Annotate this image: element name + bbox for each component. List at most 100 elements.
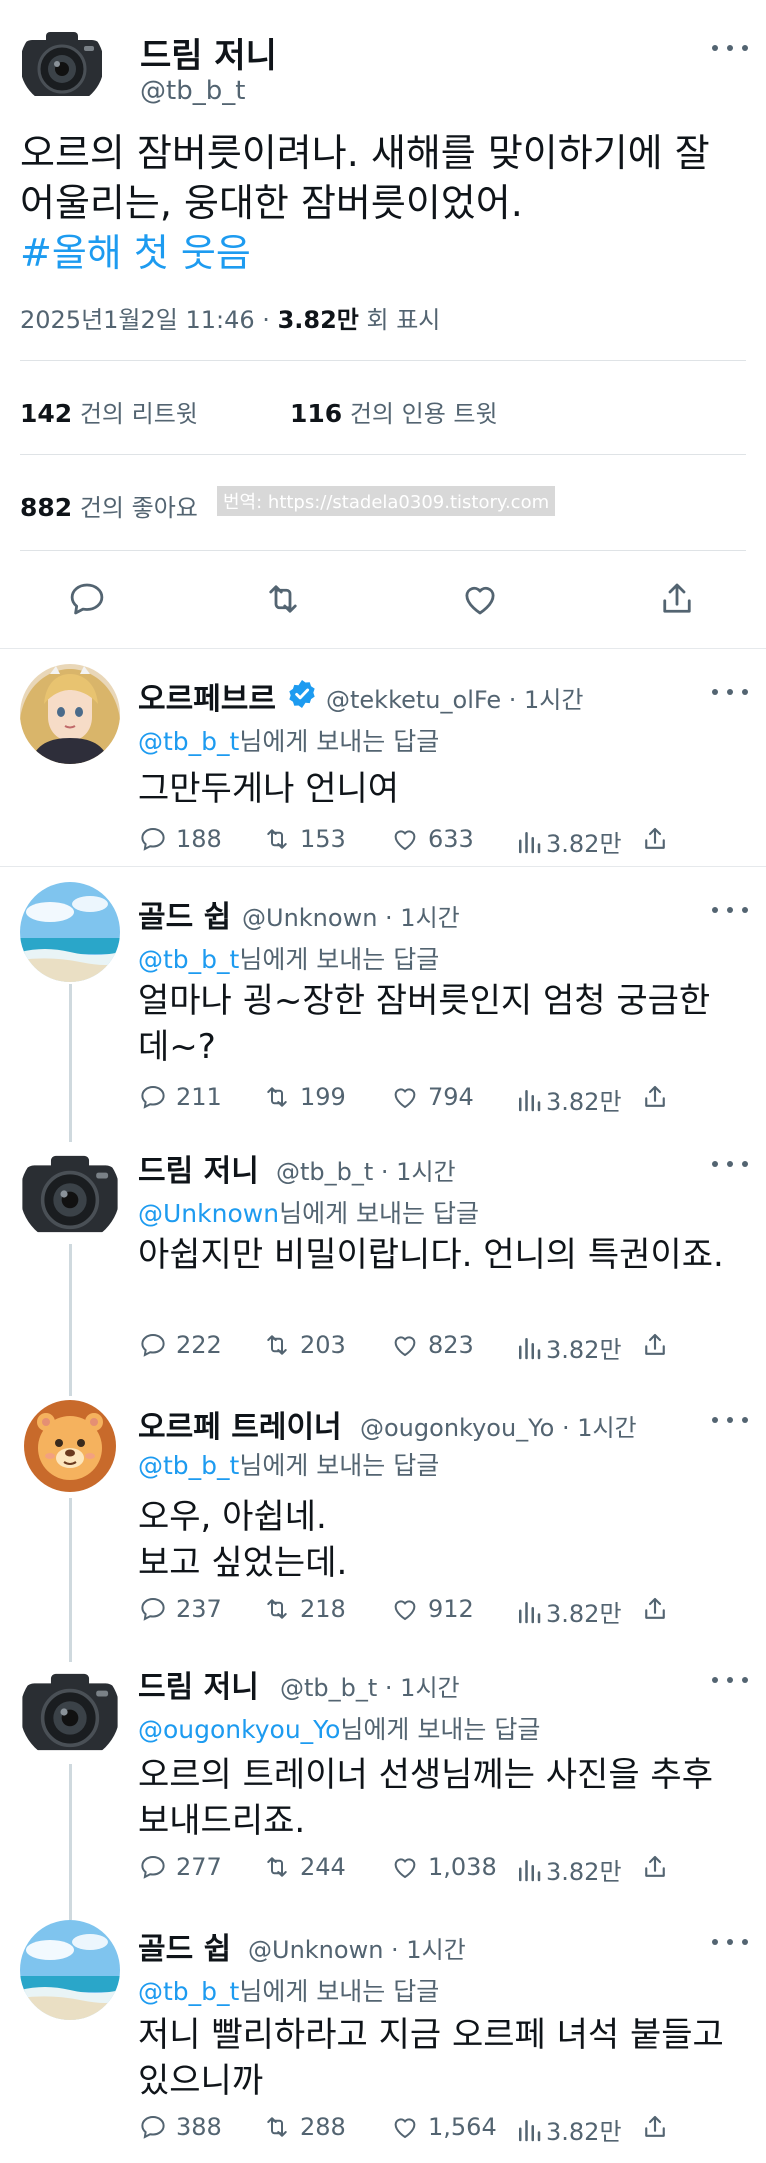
reply-item[interactable]: 드림 저니 @tb_b_t · 1시간 @ougonkyou_Yo님에게 보내는… bbox=[0, 1640, 766, 1900]
reply-item[interactable]: 골드 쉽 @Unknown · 1시간 @tb_b_t님에게 보내는 답글 저니… bbox=[0, 1900, 766, 2163]
retweet-stat[interactable]: 142 건의 리트윗 bbox=[20, 394, 198, 429]
thread-line bbox=[69, 1900, 72, 1920]
retweet-button[interactable]: 288 bbox=[262, 2112, 346, 2142]
retweet-count: 288 bbox=[300, 2113, 346, 2141]
share-icon bbox=[645, 827, 665, 849]
share-button[interactable] bbox=[640, 2112, 670, 2142]
retweet-button[interactable]: 199 bbox=[262, 1082, 346, 1112]
retweet-button[interactable]: 244 bbox=[262, 1852, 346, 1882]
views-label: 회 표시 bbox=[366, 306, 441, 334]
like-stat[interactable]: 882 건의 좋아요 bbox=[20, 488, 198, 523]
more-icon[interactable] bbox=[712, 38, 748, 58]
reply-actions: 222 203 823 3.82만 bbox=[138, 1330, 738, 1364]
reply-author-name[interactable]: 골드 쉽 bbox=[138, 892, 231, 936]
reply-author-handle[interactable]: @tb_b_t · 1시간 bbox=[276, 1152, 456, 1187]
comment-button[interactable]: 211 bbox=[138, 1082, 222, 1112]
retweet-button[interactable]: 153 bbox=[262, 824, 346, 854]
share-button[interactable] bbox=[640, 1082, 670, 1112]
reply-actions: 211 199 794 3.82만 bbox=[138, 1082, 738, 1116]
comment-button[interactable]: 188 bbox=[138, 824, 222, 854]
reply-item[interactable]: 오르페 트레이너 @ougonkyou_Yo · 1시간 @tb_b_t님에게 … bbox=[0, 1380, 766, 1640]
reply-to-line: @tb_b_t님에게 보내는 답글 bbox=[138, 940, 439, 976]
views-button[interactable]: 3.82만 bbox=[514, 1082, 622, 1117]
comment-button[interactable]: 237 bbox=[138, 1594, 222, 1624]
thread-line bbox=[69, 1764, 72, 1900]
more-icon[interactable] bbox=[712, 1670, 748, 1690]
reply-author-handle[interactable]: @Unknown · 1시간 bbox=[242, 898, 460, 933]
reply-to-line: @Unknown님에게 보내는 답글 bbox=[138, 1194, 479, 1230]
reply-avatar[interactable] bbox=[20, 1396, 120, 1496]
like-button[interactable]: 912 bbox=[390, 1594, 474, 1624]
author-handle[interactable]: @tb_b_t bbox=[140, 76, 245, 106]
retweet-button[interactable] bbox=[262, 578, 304, 620]
mention-link[interactable]: @Unknown bbox=[138, 1199, 279, 1228]
like-button[interactable]: 633 bbox=[390, 824, 474, 854]
share-icon bbox=[645, 1855, 665, 1877]
reply-author-handle[interactable]: @ougonkyou_Yo · 1시간 bbox=[360, 1408, 637, 1443]
views-button[interactable]: 3.82만 bbox=[514, 1330, 622, 1365]
views-button[interactable]: 3.82만 bbox=[514, 2112, 622, 2147]
retweet-button[interactable]: 218 bbox=[262, 1594, 346, 1624]
like-button[interactable] bbox=[459, 578, 501, 620]
reply-actions: 388 288 1,564 3.82만 bbox=[138, 2112, 738, 2146]
share-button[interactable] bbox=[656, 578, 698, 620]
timestamp[interactable]: 2025년1월2일 11:46 bbox=[20, 306, 255, 334]
author-name[interactable]: 드림 저니 bbox=[140, 28, 277, 77]
comment-button[interactable]: 388 bbox=[138, 2112, 222, 2142]
mention-link[interactable]: @ougonkyou_Yo bbox=[138, 1715, 340, 1744]
like-button[interactable]: 794 bbox=[390, 1082, 474, 1112]
reply-avatar[interactable] bbox=[20, 1662, 120, 1762]
retweet-icon bbox=[267, 1335, 287, 1355]
reply-author-name[interactable]: 오르페 트레이너 bbox=[138, 1402, 342, 1446]
reply-avatar[interactable] bbox=[20, 1144, 120, 1244]
camera-icon bbox=[20, 1662, 120, 1762]
reply-avatar[interactable] bbox=[20, 1920, 120, 2020]
reply-author-name[interactable]: 골드 쉽 bbox=[138, 1924, 231, 1968]
reply-author-name[interactable]: 드림 저니 bbox=[138, 1146, 259, 1190]
reply-item[interactable]: 골드 쉽 @Unknown · 1시간 @tb_b_t님에게 보내는 답글 얼마… bbox=[0, 866, 766, 1124]
comment-button[interactable] bbox=[66, 578, 108, 620]
reply-to-line: @tb_b_t님에게 보내는 답글 bbox=[138, 1972, 439, 2008]
mention-link[interactable]: @tb_b_t bbox=[138, 727, 239, 756]
views-count: 3.82만 bbox=[546, 1336, 622, 1364]
reply-author-name[interactable]: 드림 저니 bbox=[138, 1662, 259, 1706]
comment-button[interactable]: 277 bbox=[138, 1852, 222, 1882]
reply-item[interactable]: 오르페브르 @tekketu_olFe · 1시간 @tb_b_t님에게 보내는… bbox=[0, 648, 766, 866]
reply-author-name[interactable]: 오르페브르 bbox=[138, 674, 276, 718]
share-button[interactable] bbox=[640, 1852, 670, 1882]
like-count: 1,038 bbox=[428, 1853, 497, 1881]
reply-author-handle[interactable]: @tb_b_t · 1시간 bbox=[280, 1668, 460, 1703]
reply-item[interactable]: 드림 저니 @tb_b_t · 1시간 @Unknown님에게 보내는 답글 아… bbox=[0, 1124, 766, 1380]
author-avatar[interactable] bbox=[20, 22, 104, 106]
retweet-button[interactable]: 203 bbox=[262, 1330, 346, 1360]
like-button[interactable]: 1,038 bbox=[390, 1852, 497, 1882]
share-button[interactable] bbox=[640, 1594, 670, 1624]
more-icon[interactable] bbox=[712, 682, 748, 702]
thread-line bbox=[69, 1244, 72, 1380]
quote-stat[interactable]: 116 건의 인용 트윗 bbox=[290, 394, 498, 429]
reply-avatar[interactable] bbox=[20, 664, 120, 764]
mention-link[interactable]: @tb_b_t bbox=[138, 1451, 239, 1480]
more-icon[interactable] bbox=[712, 1154, 748, 1174]
share-button[interactable] bbox=[640, 1330, 670, 1360]
like-icon bbox=[394, 830, 416, 851]
views-button[interactable]: 3.82만 bbox=[514, 824, 622, 859]
more-icon[interactable] bbox=[712, 1932, 748, 1952]
hashtag-link[interactable]: #올해 첫 웃음 bbox=[20, 231, 251, 275]
more-icon[interactable] bbox=[712, 1410, 748, 1430]
views-button[interactable]: 3.82만 bbox=[514, 1852, 622, 1887]
translation-watermark: 번역: https://stadela0309.tistory.com bbox=[217, 486, 556, 516]
views-button[interactable]: 3.82만 bbox=[514, 1594, 622, 1629]
more-icon[interactable] bbox=[712, 900, 748, 920]
reply-avatar[interactable] bbox=[20, 882, 120, 982]
comment-button[interactable]: 222 bbox=[138, 1330, 222, 1360]
comment-icon bbox=[141, 1085, 165, 1109]
mention-link[interactable]: @tb_b_t bbox=[138, 945, 239, 974]
like-icon bbox=[394, 1336, 416, 1357]
mention-link[interactable]: @tb_b_t bbox=[138, 1977, 239, 2006]
like-button[interactable]: 823 bbox=[390, 1330, 474, 1360]
like-button[interactable]: 1,564 bbox=[390, 2112, 497, 2142]
share-button[interactable] bbox=[640, 824, 670, 854]
reply-author-handle[interactable]: @Unknown · 1시간 bbox=[248, 1930, 466, 1965]
reply-author-handle[interactable]: @tekketu_olFe · 1시간 bbox=[326, 680, 583, 715]
